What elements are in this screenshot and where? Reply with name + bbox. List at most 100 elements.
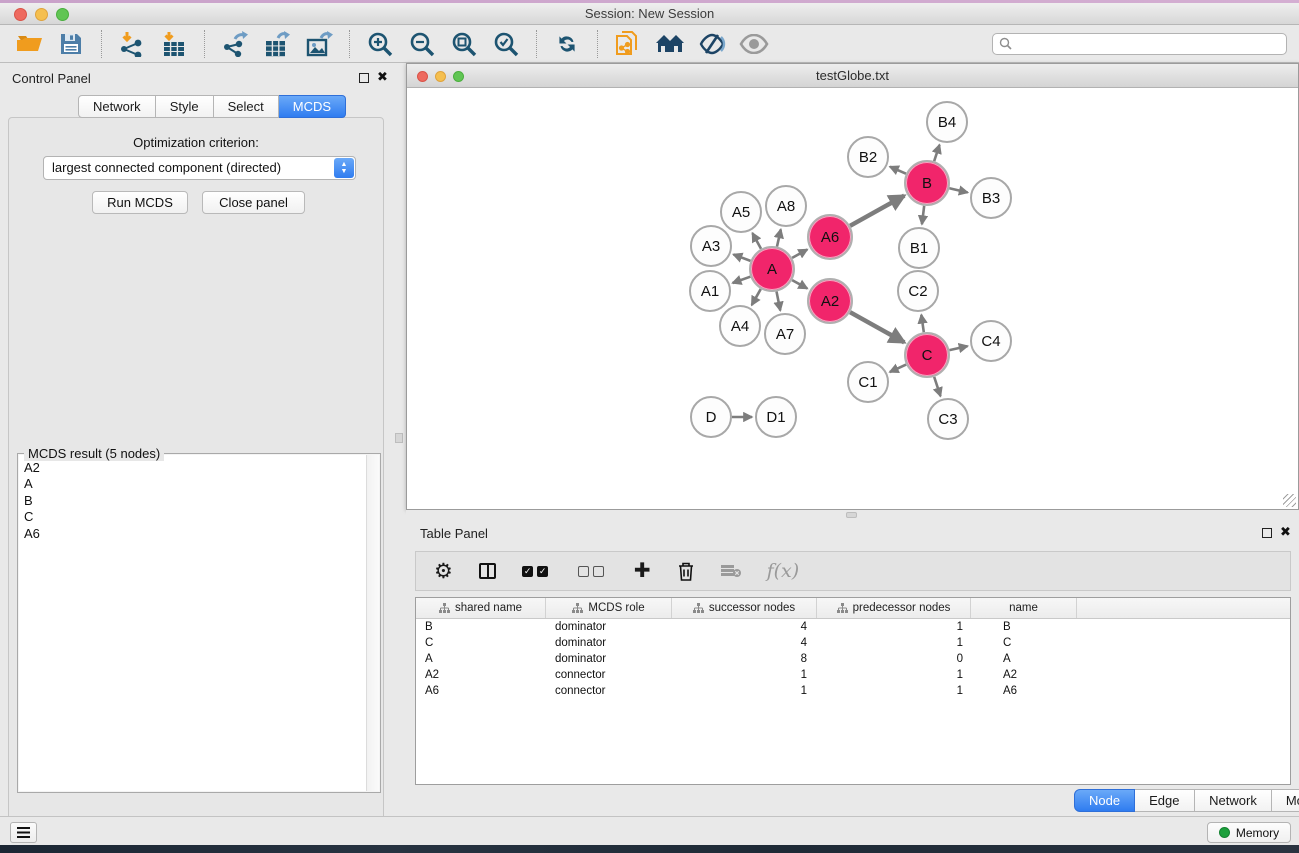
zoom-selected-icon[interactable] xyxy=(491,29,521,59)
node-A2[interactable]: A2 xyxy=(807,278,853,324)
edge-A6-B[interactable] xyxy=(850,196,904,226)
node-A1[interactable]: A1 xyxy=(689,270,731,312)
cell[interactable]: B xyxy=(416,621,546,633)
node-B[interactable]: B xyxy=(904,160,950,206)
result-list-item[interactable]: A2 xyxy=(20,460,366,476)
minimize-window-button[interactable] xyxy=(35,8,48,21)
window-resize-grip[interactable] xyxy=(1283,494,1296,507)
settings-gear-icon[interactable]: ⚙ xyxy=(434,561,453,582)
node-A6[interactable]: A6 xyxy=(807,214,853,260)
table-row-A[interactable]: Adominator80A xyxy=(416,651,1290,667)
select-all-checkboxes-icon[interactable] xyxy=(522,566,552,577)
column-header-predecessor-nodes[interactable]: predecessor nodes xyxy=(817,598,971,618)
edge-A-A7[interactable] xyxy=(777,292,781,311)
tab-motifs[interactable]: Motifs xyxy=(1272,789,1299,812)
edge-C-C1[interactable] xyxy=(890,365,906,372)
cell[interactable]: 8 xyxy=(672,653,817,665)
network-window-titlebar[interactable]: testGlobe.txt xyxy=(407,64,1298,88)
close-window-button[interactable] xyxy=(14,8,27,21)
float-table-panel-icon[interactable] xyxy=(1262,528,1272,538)
cell[interactable]: connector xyxy=(546,669,672,681)
cell[interactable]: C xyxy=(416,637,546,649)
cell[interactable]: 1 xyxy=(817,621,971,633)
splitter-handle[interactable] xyxy=(846,512,857,518)
tab-edge-table[interactable]: Edge Table xyxy=(1135,789,1195,812)
zoom-fit-icon[interactable] xyxy=(449,29,479,59)
refresh-icon[interactable] xyxy=(552,29,582,59)
horizontal-splitter[interactable] xyxy=(406,510,1299,520)
edge-A-A5[interactable] xyxy=(752,233,761,249)
maximize-network-window-button[interactable] xyxy=(453,71,464,82)
node-C4[interactable]: C4 xyxy=(970,320,1012,362)
result-list-item[interactable]: C xyxy=(20,509,366,525)
tab-node-table[interactable]: Node Table xyxy=(1074,789,1135,812)
node-A8[interactable]: A8 xyxy=(765,185,807,227)
tab-select[interactable]: Select xyxy=(214,95,279,118)
fullscreen-window-button[interactable] xyxy=(56,8,69,21)
edge-A2-C[interactable] xyxy=(850,312,904,342)
cell[interactable]: B xyxy=(971,621,1077,633)
close-table-panel-icon[interactable]: ✖ xyxy=(1280,524,1291,540)
memory-button[interactable]: Memory xyxy=(1207,822,1291,843)
home-icon[interactable] xyxy=(655,29,685,59)
tab-mcds[interactable]: MCDS xyxy=(279,95,346,118)
cell[interactable]: dominator xyxy=(546,621,672,633)
close-network-window-button[interactable] xyxy=(417,71,428,82)
vertical-splitter[interactable] xyxy=(392,63,406,815)
close-panel-icon[interactable]: ✖ xyxy=(377,69,388,85)
node-B2[interactable]: B2 xyxy=(847,136,889,178)
optimization-criterion-select[interactable]: largest connected component (directed) ▲… xyxy=(43,156,356,180)
cell[interactable]: A6 xyxy=(416,685,546,697)
splitter-handle[interactable] xyxy=(395,433,403,443)
show-eye-icon[interactable] xyxy=(739,29,769,59)
cell[interactable]: 4 xyxy=(672,637,817,649)
column-header-successor-nodes[interactable]: successor nodes xyxy=(672,598,817,618)
network-canvas[interactable]: B4B2BB3A8A5A6A3B1AA1C2A2A4A7C4CC1DD1C3 xyxy=(407,88,1298,509)
open-session-icon[interactable] xyxy=(14,29,44,59)
tab-network[interactable]: Network xyxy=(78,95,156,118)
node-B3[interactable]: B3 xyxy=(970,177,1012,219)
cell[interactable]: dominator xyxy=(546,653,672,665)
copy-network-icon[interactable] xyxy=(613,29,643,59)
edge-C-C4[interactable] xyxy=(949,346,967,350)
result-list-item[interactable]: A6 xyxy=(20,526,366,542)
cell[interactable]: 0 xyxy=(817,653,971,665)
cell[interactable]: 1 xyxy=(672,685,817,697)
node-B4[interactable]: B4 xyxy=(926,101,968,143)
cell[interactable]: 1 xyxy=(672,669,817,681)
zoom-out-icon[interactable] xyxy=(407,29,437,59)
result-list-item[interactable]: B xyxy=(20,493,366,509)
edge-B-B4[interactable] xyxy=(934,145,939,161)
delete-column-icon[interactable] xyxy=(677,561,695,582)
node-A4[interactable]: A4 xyxy=(719,305,761,347)
minimize-network-window-button[interactable] xyxy=(435,71,446,82)
node-C3[interactable]: C3 xyxy=(927,398,969,440)
import-network-icon[interactable] xyxy=(117,29,147,59)
cell[interactable]: 1 xyxy=(817,637,971,649)
column-header-shared-name[interactable]: shared name xyxy=(416,598,546,618)
result-list-item[interactable]: A xyxy=(20,476,366,492)
node-B1[interactable]: B1 xyxy=(898,227,940,269)
table-row-B[interactable]: Bdominator41B xyxy=(416,619,1290,635)
edge-A-A6[interactable] xyxy=(792,250,807,258)
export-network-icon[interactable] xyxy=(220,29,250,59)
edge-A-A3[interactable] xyxy=(733,254,750,260)
save-session-icon[interactable] xyxy=(56,29,86,59)
search-input[interactable] xyxy=(992,33,1287,55)
show-panels-list-button[interactable] xyxy=(10,822,37,843)
export-image-icon[interactable] xyxy=(304,29,334,59)
cell[interactable]: 4 xyxy=(672,621,817,633)
close-panel-button[interactable]: Close panel xyxy=(202,191,305,214)
edge-C-C3[interactable] xyxy=(934,377,940,396)
column-header-name[interactable]: name xyxy=(971,598,1077,618)
node-A5[interactable]: A5 xyxy=(720,191,762,233)
edge-B-B3[interactable] xyxy=(949,188,967,192)
cell[interactable]: A xyxy=(416,653,546,665)
tab-network-table[interactable]: Network Table xyxy=(1195,789,1272,812)
tab-style[interactable]: Style xyxy=(156,95,214,118)
cell[interactable]: 1 xyxy=(817,669,971,681)
run-mcds-button[interactable]: Run MCDS xyxy=(92,191,188,214)
add-column-icon[interactable]: ✚ xyxy=(634,561,651,581)
unselect-all-checkboxes-icon[interactable] xyxy=(578,566,608,577)
column-header-mcds-role[interactable]: MCDS role xyxy=(546,598,672,618)
